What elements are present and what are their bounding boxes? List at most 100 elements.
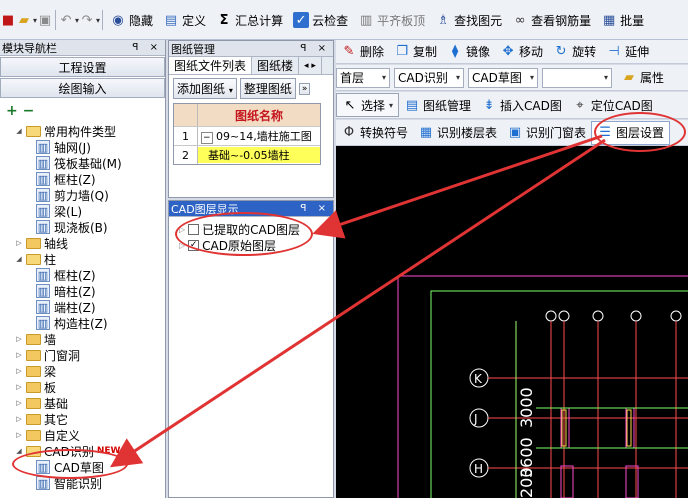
cad-recognize-select[interactable]: CAD识别 ▾ bbox=[394, 67, 464, 88]
folder-icon bbox=[26, 413, 41, 425]
drawing-input-button[interactable]: 绘图输入 bbox=[0, 78, 165, 98]
tab-drawing-floor[interactable]: 图纸楼 bbox=[252, 57, 300, 74]
tree-item-15[interactable]: ▷ 梁 bbox=[0, 363, 165, 379]
collapse-arrow-icon[interactable]: ◢ bbox=[14, 126, 24, 136]
component-icon: ▥ bbox=[36, 460, 50, 474]
identify-door-table-button[interactable]: ▣ 识别门窗表 bbox=[502, 121, 591, 145]
open-folder-icon[interactable]: ▰ bbox=[16, 12, 32, 28]
tree-item-14[interactable]: ▷ 门窗洞 bbox=[0, 347, 165, 363]
expand-arrow-icon[interactable]: ▷ bbox=[14, 366, 24, 376]
drawing-buttons: 添加图纸 ▾ 整理图纸 » bbox=[169, 75, 333, 102]
tree-item-6[interactable]: ▥ 现浇板(B) bbox=[0, 219, 165, 235]
layer-item-extracted[interactable]: ▷ 已提取的CAD图层 bbox=[169, 221, 333, 237]
align-slab-label: 平齐板顶 bbox=[377, 13, 426, 28]
tree-item-12[interactable]: ▥ 构造柱(Z) bbox=[0, 315, 165, 331]
copy-button[interactable]: ❐ 复制 bbox=[389, 40, 442, 64]
drawing-panel-title: 图纸管理 ꟼ × bbox=[169, 41, 333, 57]
expand-arrow-icon[interactable]: ▷ bbox=[14, 414, 24, 424]
save-icon[interactable]: ▣ bbox=[37, 12, 53, 28]
axis-bubble bbox=[630, 310, 642, 322]
table-row[interactable]: 1 − 09~14,墙柱施工图 bbox=[174, 126, 320, 145]
tree-item-17[interactable]: ▷ 基础 bbox=[0, 395, 165, 411]
find-element-button[interactable]: ♗ 查找图元 bbox=[430, 8, 507, 32]
layer-settings-button[interactable]: ☰ 图层设置 bbox=[591, 120, 671, 145]
cad-drawing-canvas[interactable]: K J H 3000 3600 200 bbox=[336, 146, 688, 498]
tree-item-5[interactable]: ▥ 梁(L) bbox=[0, 203, 165, 219]
expand-arrow-icon[interactable]: ▷ bbox=[14, 398, 24, 408]
tree-expand-icon[interactable]: ▷ bbox=[179, 225, 185, 234]
tree-item-11[interactable]: ▥ 端柱(Z) bbox=[0, 299, 165, 315]
align-slab-top-button[interactable]: ▥ 平齐板顶 bbox=[353, 8, 430, 32]
tree-item-1[interactable]: ▥ 轴网(J) bbox=[0, 139, 165, 155]
expand-arrow-icon[interactable]: ▷ bbox=[14, 430, 24, 440]
locate-cad-button[interactable]: ⌖ 定位CAD图 bbox=[567, 93, 658, 117]
collapse-arrow-icon[interactable]: ◢ bbox=[14, 446, 24, 456]
undo-icon[interactable]: ↶ bbox=[58, 12, 74, 28]
identify-floor-table-button[interactable]: ▦ 识别楼层表 bbox=[413, 121, 502, 145]
select-button[interactable]: ↖ 选择 ▾ bbox=[336, 93, 400, 117]
expand-arrow-icon[interactable]: ▷ bbox=[14, 334, 24, 344]
collapse-arrow-icon[interactable]: ◢ bbox=[14, 254, 24, 264]
project-settings-button[interactable]: 工程设置 bbox=[0, 57, 165, 77]
tree-item-3[interactable]: ▥ 框柱(Z) bbox=[0, 171, 165, 187]
expand-arrow-icon[interactable]: ▷ bbox=[14, 382, 24, 392]
tree-item-20[interactable]: ◢ CAD识别 NEW bbox=[0, 443, 165, 459]
add-drawing-button[interactable]: 添加图纸 ▾ bbox=[173, 78, 237, 99]
tree-item-18[interactable]: ▷ 其它 bbox=[0, 411, 165, 427]
extend-button[interactable]: ⊣ 延伸 bbox=[601, 40, 654, 64]
move-button[interactable]: ✥ 移动 bbox=[495, 40, 548, 64]
tree-expand-icon[interactable]: ▷ bbox=[179, 241, 185, 250]
insert-cad-button[interactable]: ⇟ 插入CAD图 bbox=[476, 93, 567, 117]
tree-item-4[interactable]: ▥ 剪力墙(Q) bbox=[0, 187, 165, 203]
tree-item-22[interactable]: ▥ 智能识别 bbox=[0, 475, 165, 491]
view-rebar-button[interactable]: ∞ 查看钢筋量 bbox=[507, 8, 596, 32]
pin-close-icon[interactable]: ꟼ × bbox=[300, 43, 333, 54]
expand-arrow-icon[interactable]: ▷ bbox=[14, 350, 24, 360]
convert-symbol-icon: Φ bbox=[343, 125, 355, 140]
tab-scroll-arrows[interactable]: ◂ ▸ bbox=[299, 57, 322, 74]
drawing-management-button[interactable]: ▤ 图纸管理 bbox=[399, 93, 476, 117]
extracted-layer-checkbox[interactable] bbox=[188, 223, 200, 235]
pin-close-icon[interactable]: ꟼ × bbox=[132, 42, 165, 53]
component-select[interactable]: ▾ bbox=[542, 67, 612, 88]
tree-item-13[interactable]: ▷ 墙 bbox=[0, 331, 165, 347]
tree-item-16[interactable]: ▷ 板 bbox=[0, 379, 165, 395]
tree-item-0[interactable]: ◢ 常用构件类型 bbox=[0, 123, 165, 139]
mirror-button[interactable]: ⧫ 镜像 bbox=[442, 40, 495, 64]
collapse-icon[interactable]: − bbox=[201, 132, 213, 144]
floor-select[interactable]: 首层 ▾ bbox=[336, 67, 390, 88]
cad-sketch-select[interactable]: CAD草图 ▾ bbox=[468, 67, 538, 88]
redo-icon[interactable]: ↷ bbox=[79, 12, 95, 28]
organize-drawings-button[interactable]: 整理图纸 bbox=[239, 78, 296, 99]
tree-item-2[interactable]: ▥ 筏板基础(M) bbox=[0, 155, 165, 171]
define-icon: ▤ bbox=[164, 12, 178, 28]
tree-item-9[interactable]: ▥ 框柱(Z) bbox=[0, 267, 165, 283]
layer-item-original[interactable]: ▷ ✓ CAD原始图层 bbox=[169, 237, 333, 253]
rotate-button[interactable]: ↻ 旋转 bbox=[548, 40, 601, 64]
more-chevron-icon[interactable]: » bbox=[298, 82, 311, 95]
tree-item-7[interactable]: ▷ 轴线 bbox=[0, 235, 165, 251]
redo-dropdown-icon[interactable]: ▾ bbox=[96, 16, 100, 25]
module-nav-panel: 模块导航栏 ꟼ × 工程设置 绘图输入 + − ◢ 常用构件类型 ▥ 轴网(J) ▥ 筏板… bbox=[0, 40, 166, 498]
define-button[interactable]: ▤ 定义 bbox=[158, 8, 211, 32]
properties-button[interactable]: ▰ 属性 bbox=[616, 66, 669, 90]
cloud-check-button[interactable]: ✓ 云检查 bbox=[288, 8, 353, 32]
batch-button[interactable]: ▦ 批量 bbox=[596, 8, 649, 32]
delete-button[interactable]: ✎ 删除 bbox=[336, 40, 389, 64]
tree-item-10[interactable]: ▥ 暗柱(Z) bbox=[0, 283, 165, 299]
new-file-icon[interactable]: ■ bbox=[0, 12, 16, 28]
tree-item-21[interactable]: ▥ CAD草图 bbox=[0, 459, 165, 475]
expand-collapse-tools[interactable]: + − bbox=[0, 99, 165, 123]
tree-item-19[interactable]: ▷ 自定义 bbox=[0, 427, 165, 443]
table-row[interactable]: 2 基础~-0.05墙柱 bbox=[174, 145, 320, 164]
pin-close-icon[interactable]: ꟼ × bbox=[300, 203, 333, 214]
folder-icon bbox=[26, 397, 41, 409]
tree-item-8[interactable]: ◢ 柱 bbox=[0, 251, 165, 267]
drawing-table: 图纸名称 1 − 09~14,墙柱施工图 2 基础~-0.05墙柱 bbox=[173, 103, 321, 165]
convert-symbol-button[interactable]: Φ 转换符号 bbox=[336, 121, 413, 145]
summary-calc-button[interactable]: Σ 汇总计算 bbox=[211, 8, 288, 32]
hide-button[interactable]: ◉ 隐藏 bbox=[105, 8, 158, 32]
expand-arrow-icon[interactable]: ▷ bbox=[14, 238, 24, 248]
original-layer-checkbox[interactable]: ✓ bbox=[188, 239, 200, 251]
tab-drawing-file-list[interactable]: 图纸文件列表 bbox=[169, 57, 253, 74]
